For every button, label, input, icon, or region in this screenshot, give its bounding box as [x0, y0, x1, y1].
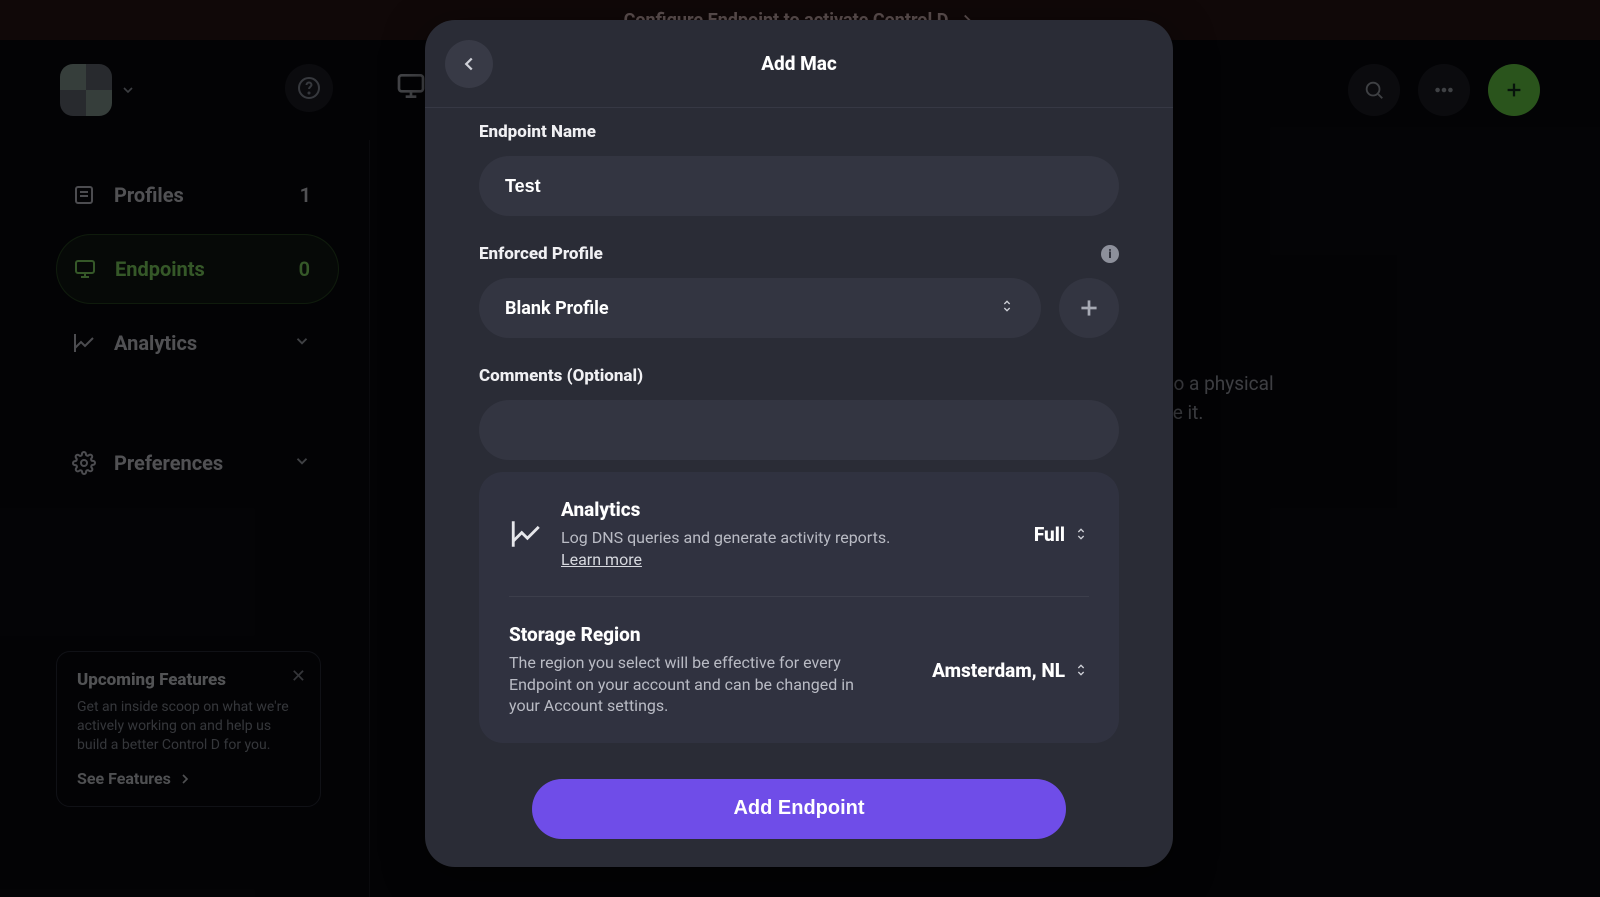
chevron-left-icon — [458, 53, 480, 75]
add-profile-button[interactable] — [1059, 278, 1119, 338]
back-button[interactable] — [445, 40, 493, 88]
info-icon[interactable]: i — [1101, 245, 1119, 263]
storage-region-select[interactable]: Amsterdam, NL — [932, 659, 1089, 682]
comments-input[interactable] — [479, 400, 1119, 460]
plus-icon — [1076, 295, 1102, 321]
analytics-title: Analytics — [561, 498, 1016, 521]
analytics-storage-card: Analytics Log DNS queries and generate a… — [479, 472, 1119, 743]
enforced-profile-select[interactable]: Blank Profile — [479, 278, 1041, 338]
updown-icon — [1073, 526, 1089, 542]
storage-region-value: Amsterdam, NL — [932, 659, 1065, 682]
add-mac-modal: Add Mac Endpoint Name Enforced Profile i… — [425, 20, 1173, 867]
endpoint-name-input[interactable] — [479, 156, 1119, 216]
analytics-icon — [509, 517, 543, 551]
storage-title: Storage Region — [509, 623, 914, 646]
updown-icon — [1073, 662, 1089, 678]
learn-more-link[interactable]: Learn more — [561, 550, 642, 569]
analytics-level-select[interactable]: Full — [1034, 523, 1089, 546]
modal-title: Add Mac — [761, 52, 837, 75]
comments-label: Comments (Optional) — [479, 366, 1119, 386]
enforced-profile-value: Blank Profile — [505, 298, 609, 319]
add-endpoint-button[interactable]: Add Endpoint — [532, 779, 1066, 839]
modal-header: Add Mac — [425, 20, 1173, 108]
enforced-profile-label: Enforced Profile i — [479, 244, 1119, 264]
analytics-level-value: Full — [1034, 523, 1065, 546]
updown-icon — [999, 298, 1015, 319]
analytics-desc: Log DNS queries and generate activity re… — [561, 527, 931, 570]
endpoint-name-label: Endpoint Name — [479, 122, 1119, 142]
storage-desc: The region you select will be effective … — [509, 652, 879, 717]
